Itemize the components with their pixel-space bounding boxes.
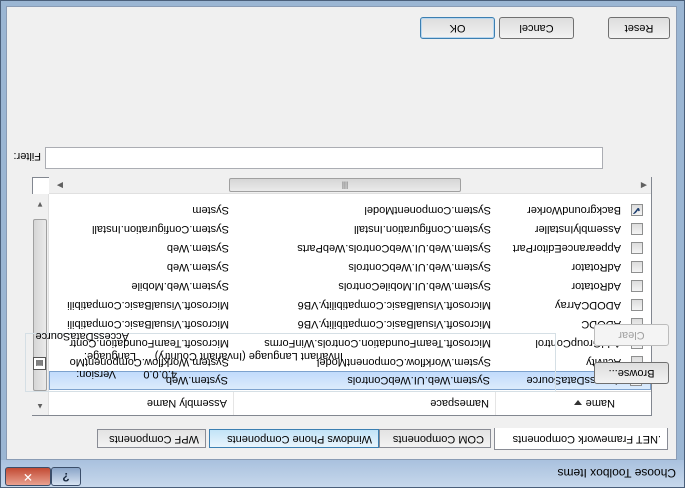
- browse-button[interactable]: Browse...: [594, 362, 669, 384]
- help-button[interactable]: ?: [51, 467, 81, 486]
- reset-button[interactable]: Reset: [608, 17, 670, 39]
- tab-net-framework-components[interactable]: .NET Framework Components: [494, 428, 668, 450]
- filter-input[interactable]: [45, 147, 603, 169]
- scroll-left-arrow-icon[interactable]: ◀: [641, 181, 647, 190]
- item-assembly: System.Web.Mobile: [131, 280, 229, 292]
- version-label: Version:: [76, 368, 116, 380]
- language-label: Language:: [84, 350, 136, 362]
- item-checkbox[interactable]: [631, 223, 643, 235]
- item-name: AssemblyInstaller: [534, 223, 621, 235]
- filter-label: Filter:: [13, 150, 42, 162]
- list-item[interactable]: AdRotator System.Web.UI.WebControls Syst…: [49, 257, 651, 276]
- horizontal-scroll-thumb[interactable]: |||: [229, 178, 461, 192]
- item-name: ADODCArray: [554, 299, 621, 311]
- item-name: AdRotator: [571, 261, 621, 273]
- list-item[interactable]: AdRotator System.Web.UI.MobileControls S…: [49, 276, 651, 295]
- tab-wpf-components[interactable]: WPF Components: [97, 429, 206, 448]
- cancel-button[interactable]: Cancel: [499, 17, 574, 39]
- item-name: BackgroundWorker: [527, 204, 621, 216]
- item-namespace: Microsoft.VisualBasic.Compatibility.VB6: [297, 299, 491, 311]
- list-item[interactable]: AppearanceEditorPart System.Web.UI.WebCo…: [49, 238, 651, 257]
- dialog-root: ? ✕ Choose Toolbox Items .NET Framework …: [0, 0, 685, 488]
- sort-descending-icon: [573, 400, 582, 406]
- item-assembly: System.Configuration.Install: [92, 223, 229, 235]
- list-item[interactable]: ADODC Microsoft.VisualBasic.Compatibilit…: [49, 314, 651, 333]
- list-item[interactable]: ADODCArray Microsoft.VisualBasic.Compati…: [49, 295, 651, 314]
- clear-button[interactable]: Clear: [594, 324, 669, 346]
- scroll-right-arrow-icon[interactable]: ▶: [57, 181, 63, 190]
- item-namespace: Microsoft.VisualBasic.Compatibility.VB6: [297, 318, 491, 330]
- assembly-icon: ▤: [33, 357, 46, 370]
- dialog-client: .NET Framework Components COM Components…: [6, 6, 677, 460]
- scroll-up-arrow-icon[interactable]: ▲: [36, 402, 44, 411]
- title-bar[interactable]: ? ✕ Choose Toolbox Items: [1, 460, 684, 487]
- choose-toolbox-items-window: ? ✕ Choose Toolbox Items .NET Framework …: [0, 0, 685, 488]
- item-checkbox[interactable]: [631, 299, 643, 311]
- window-title: Choose Toolbox Items: [557, 466, 676, 480]
- item-namespace: System.Web.UI.WebControls: [348, 261, 491, 273]
- scroll-down-arrow-icon[interactable]: ▼: [36, 200, 44, 209]
- item-assembly: Microsoft.VisualBasic.Compatibili: [67, 299, 229, 311]
- item-assembly: System: [192, 204, 229, 216]
- item-name: AdRotator: [571, 280, 621, 292]
- horizontal-scrollbar[interactable]: ◀ ||| ▶: [49, 177, 651, 194]
- item-checkbox[interactable]: [631, 204, 643, 216]
- language-value: Invariant Language (Invariant Country): [154, 350, 343, 362]
- column-header-row: Name Namespace Assembly Name: [49, 391, 651, 415]
- list-item[interactable]: AssemblyInstaller System.Configuration.I…: [49, 219, 651, 238]
- item-checkbox[interactable]: [631, 261, 643, 273]
- list-item[interactable]: BackgroundWorker System.ComponentModel S…: [49, 200, 651, 219]
- column-name-label: Name: [585, 397, 615, 409]
- tab-windows-phone-components[interactable]: Windows Phone Components: [209, 429, 379, 448]
- item-checkbox[interactable]: [631, 242, 643, 254]
- column-assembly-name[interactable]: Assembly Name: [49, 391, 233, 415]
- close-button[interactable]: ✕: [5, 467, 51, 486]
- ok-button[interactable]: OK: [420, 17, 495, 39]
- item-name: AppearanceEditorPart: [512, 242, 621, 254]
- item-assembly: System.Web: [166, 261, 229, 273]
- item-namespace: System.ComponentModel: [364, 204, 491, 216]
- item-namespace: System.Web.UI.MobileControls: [338, 280, 491, 292]
- column-name[interactable]: Name: [495, 391, 651, 415]
- item-namespace: System.Configuration.Install: [354, 223, 491, 235]
- item-checkbox[interactable]: [631, 280, 643, 292]
- version-value: 4.0.0.0: [143, 368, 177, 380]
- tab-com-components[interactable]: COM Components: [379, 429, 491, 448]
- column-namespace[interactable]: Namespace: [233, 391, 495, 415]
- item-assembly: System.Web: [166, 242, 229, 254]
- item-namespace: System.Web.UI.WebControls.WebParts: [297, 242, 491, 254]
- assembly-group-label: AccessDataSource: [35, 330, 129, 342]
